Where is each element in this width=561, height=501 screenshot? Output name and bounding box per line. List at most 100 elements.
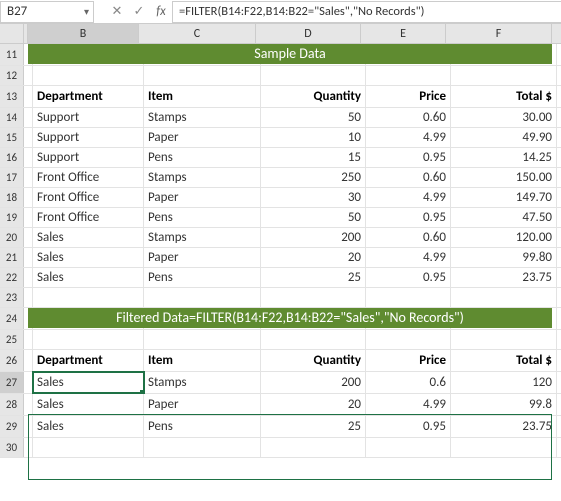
chevron-down-icon[interactable]: ▾ (84, 5, 89, 18)
cell-qty[interactable]: 200 (261, 228, 366, 247)
cell-price[interactable]: 4.99 (366, 394, 451, 415)
cell[interactable] (24, 168, 33, 187)
header-item[interactable]: Item (144, 350, 261, 371)
cell-item[interactable]: Pens (144, 416, 261, 437)
cell-item[interactable]: Stamps (144, 168, 261, 187)
cell-dept[interactable]: Support (33, 128, 144, 147)
cell[interactable] (24, 66, 33, 85)
cell-dept[interactable]: Support (33, 148, 144, 167)
column-header-F[interactable]: F (446, 24, 552, 43)
row-header[interactable]: 15 (0, 128, 24, 147)
cell-price[interactable]: 0.60 (366, 168, 451, 187)
cell[interactable] (451, 330, 557, 349)
cell-price[interactable]: 0.6 (366, 372, 451, 393)
cell-total[interactable]: 150.00 (451, 168, 557, 187)
cell[interactable] (24, 148, 33, 167)
cell[interactable] (24, 372, 33, 393)
row-header[interactable]: 30 (0, 438, 24, 457)
cell-price[interactable]: 4.99 (366, 128, 451, 147)
row-header[interactable]: 27 (0, 372, 24, 393)
cell-item[interactable]: Pens (144, 208, 261, 227)
cell[interactable] (24, 188, 33, 207)
cell[interactable] (144, 66, 261, 85)
cell-total[interactable]: 23.75 (451, 268, 557, 287)
cell-qty[interactable]: 200 (261, 372, 366, 393)
cell[interactable] (24, 350, 33, 371)
cell-qty[interactable]: 50 (261, 108, 366, 127)
cell-price[interactable]: 4.99 (366, 188, 451, 207)
row-header[interactable]: 22 (0, 268, 24, 287)
cell-price[interactable]: 0.95 (366, 208, 451, 227)
row-header[interactable]: 19 (0, 208, 24, 227)
header-dept[interactable]: Department (33, 86, 144, 107)
cell-qty[interactable]: 30 (261, 188, 366, 207)
column-header-B[interactable]: B (28, 24, 139, 43)
cell-price[interactable]: 0.95 (366, 148, 451, 167)
cell[interactable] (451, 438, 557, 457)
cell-item[interactable]: Stamps (144, 372, 261, 393)
cell-dept[interactable]: Sales (33, 248, 144, 267)
cell-price[interactable]: 0.95 (366, 416, 451, 437)
cell-total[interactable]: 47.50 (451, 208, 557, 227)
cell-qty[interactable]: 250 (261, 168, 366, 187)
row-header[interactable]: 20 (0, 228, 24, 247)
cell-total[interactable]: 30.00 (451, 108, 557, 127)
cell-item[interactable]: Pens (144, 148, 261, 167)
cell-qty[interactable]: 25 (261, 416, 366, 437)
cancel-formula-icon[interactable]: ✕ (106, 1, 128, 23)
cell[interactable] (33, 288, 144, 307)
column-header-E[interactable]: E (361, 24, 446, 43)
cell-dept[interactable]: Front Office (33, 188, 144, 207)
cell-item[interactable]: Paper (144, 188, 261, 207)
header-qty[interactable]: Quantity (261, 86, 366, 107)
cell-qty[interactable]: 10 (261, 128, 366, 147)
cell-qty[interactable]: 50 (261, 208, 366, 227)
header-total[interactable]: Total $ (451, 350, 557, 371)
cell[interactable] (144, 438, 261, 457)
cell-dept[interactable]: Sales (33, 268, 144, 287)
cell-dept[interactable]: Sales (33, 416, 144, 437)
header-dept[interactable]: Department (33, 350, 144, 371)
cell-total[interactable]: 120.00 (451, 228, 557, 247)
cell[interactable] (24, 438, 33, 457)
row-header-13[interactable]: 13 (0, 86, 24, 107)
cell[interactable] (24, 108, 33, 127)
cell[interactable] (261, 288, 366, 307)
row-header-12[interactable]: 12 (0, 66, 24, 85)
selected-cell[interactable]: Sales (33, 372, 144, 393)
row-header[interactable]: 25 (0, 330, 24, 349)
cell-total[interactable]: 120 (451, 372, 557, 393)
cell[interactable] (144, 330, 261, 349)
banner-sample-data[interactable]: Sample Data (28, 44, 552, 64)
column-header-D[interactable]: D (256, 24, 361, 43)
cell-price[interactable]: 0.60 (366, 108, 451, 127)
cell-qty[interactable]: 20 (261, 248, 366, 267)
cell[interactable] (366, 66, 451, 85)
cell-item[interactable]: Paper (144, 394, 261, 415)
cell-dept[interactable]: Sales (33, 394, 144, 415)
cell[interactable] (24, 268, 33, 287)
row-header[interactable]: 14 (0, 108, 24, 127)
cell[interactable] (366, 288, 451, 307)
header-price[interactable]: Price (366, 86, 451, 107)
cell-item[interactable]: Pens (144, 268, 261, 287)
cell-total[interactable]: 49.90 (451, 128, 557, 147)
cell-price[interactable]: 4.99 (366, 248, 451, 267)
row-header[interactable]: 17 (0, 168, 24, 187)
cell-price[interactable]: 0.95 (366, 268, 451, 287)
cell-qty[interactable]: 20 (261, 394, 366, 415)
cell[interactable] (24, 416, 33, 437)
cell[interactable] (24, 288, 33, 307)
cell[interactable] (261, 330, 366, 349)
cell-dept[interactable]: Front Office (33, 208, 144, 227)
cell-item[interactable]: Paper (144, 248, 261, 267)
cell[interactable] (33, 66, 144, 85)
row-header[interactable]: 16 (0, 148, 24, 167)
cell[interactable] (144, 288, 261, 307)
cell[interactable] (261, 438, 366, 457)
row-header[interactable]: 21 (0, 248, 24, 267)
row-header-11[interactable]: 11 (0, 44, 24, 65)
header-total[interactable]: Total $ (451, 86, 557, 107)
cell-total[interactable]: 149.70 (451, 188, 557, 207)
row-header[interactable]: 18 (0, 188, 24, 207)
